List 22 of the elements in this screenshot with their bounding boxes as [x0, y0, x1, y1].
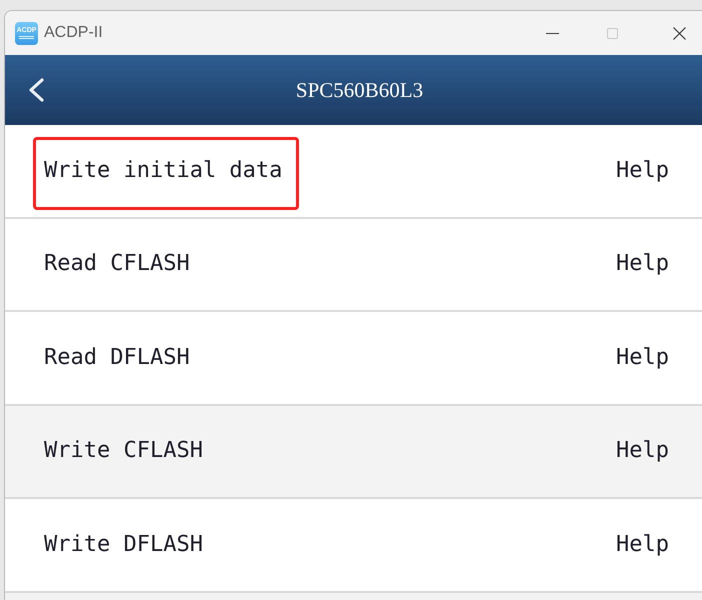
menu-item[interactable]: Write initial data Help — [5, 125, 702, 218]
help-button[interactable]: Help — [616, 438, 669, 464]
item-label: Write CFLASH — [44, 438, 203, 464]
back-button[interactable] — [28, 78, 44, 102]
menu-item[interactable]: Write DFLASH Help — [5, 499, 702, 592]
device-title: SPC560B60L3 — [296, 78, 424, 102]
menu-item[interactable]: Read CFLASH Help — [5, 218, 702, 312]
item-label: Write DFLASH — [44, 532, 203, 558]
help-button[interactable]: Help — [616, 532, 669, 558]
window-title: ACDP-II — [44, 24, 103, 42]
item-label: Read DFLASH — [44, 344, 190, 371]
menu-item[interactable]: Write CFLASH Help — [5, 406, 702, 499]
help-button[interactable]: Help — [616, 344, 669, 371]
maximize-icon — [606, 28, 618, 38]
help-button[interactable]: Help — [616, 251, 669, 278]
item-label: Write initial data — [44, 158, 282, 184]
close-icon — [672, 26, 686, 40]
help-button[interactable]: Help — [616, 158, 669, 184]
minimize-icon — [546, 32, 558, 34]
menu-item[interactable]: Read DFLASH Help — [5, 312, 702, 406]
item-label: Read CFLASH — [44, 251, 190, 278]
chevron-left-icon — [28, 78, 44, 102]
